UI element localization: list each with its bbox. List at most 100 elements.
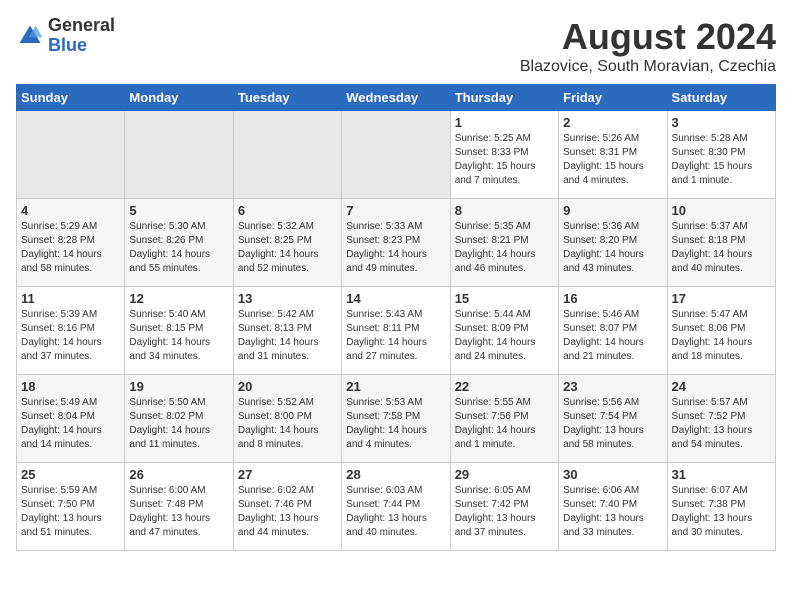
day-number: 8 <box>455 203 554 218</box>
logo-blue: Blue <box>48 35 87 55</box>
calendar-cell <box>342 111 450 199</box>
calendar-cell: 16 Sunrise: 5:46 AM Sunset: 8:07 PM Dayli… <box>559 287 667 375</box>
week-row-1: 1 Sunrise: 5:25 AM Sunset: 8:33 PM Daylig… <box>17 111 776 199</box>
calendar-cell: 21Sunrise: 5:53 AM Sunset: 7:58 PM Dayli… <box>342 375 450 463</box>
day-number: 28 <box>346 467 445 482</box>
day-number: 15 <box>455 291 554 306</box>
day-info: Sunrise: 6:02 AM Sunset: 7:46 PM Dayligh… <box>238 484 337 540</box>
day-info: Sunrise: 5:29 AM Sunset: 8:28 PM Dayligh… <box>21 220 120 276</box>
calendar-cell: 30 Sunrise: 6:06 AM Sunset: 7:40 PM Dayli… <box>559 463 667 551</box>
day-number: 13 <box>238 291 337 306</box>
day-info: Sunrise: 5:57 AM Sunset: 7:52 PM Dayligh… <box>672 396 771 452</box>
day-header-thursday: Thursday <box>450 85 558 111</box>
calendar-cell: 28 Sunrise: 6:03 AM Sunset: 7:44 PM Dayli… <box>342 463 450 551</box>
calendar-cell: 9Sunrise: 5:36 AM Sunset: 8:20 PM Daylig… <box>559 199 667 287</box>
day-info: Sunrise: 6:03 AM Sunset: 7:44 PM Dayligh… <box>346 484 445 540</box>
day-info: Sunrise: 6:05 AM Sunset: 7:42 PM Dayligh… <box>455 484 554 540</box>
day-info: Sunrise: 5:49 AM Sunset: 8:04 PM Dayligh… <box>21 396 120 452</box>
page-title: August 2024 <box>520 16 776 58</box>
day-number: 10 <box>672 203 771 218</box>
calendar-cell: 8 Sunrise: 5:35 AM Sunset: 8:21 PM Daylig… <box>450 199 558 287</box>
day-info: Sunrise: 5:40 AM Sunset: 8:15 PM Dayligh… <box>129 308 228 364</box>
calendar-cell: 17 Sunrise: 5:47 AM Sunset: 8:06 PM Dayli… <box>667 287 775 375</box>
day-number: 12 <box>129 291 228 306</box>
day-number: 25 <box>21 467 120 482</box>
calendar-cell: 23 Sunrise: 5:56 AM Sunset: 7:54 PM Dayli… <box>559 375 667 463</box>
week-row-4: 18 Sunrise: 5:49 AM Sunset: 8:04 PM Dayli… <box>17 375 776 463</box>
day-info: Sunrise: 5:44 AM Sunset: 8:09 PM Dayligh… <box>455 308 554 364</box>
day-number: 17 <box>672 291 771 306</box>
day-number: 19 <box>129 379 228 394</box>
day-number: 26 <box>129 467 228 482</box>
calendar-cell: 12 Sunrise: 5:40 AM Sunset: 8:15 PM Dayli… <box>125 287 233 375</box>
day-info: Sunrise: 5:35 AM Sunset: 8:21 PM Dayligh… <box>455 220 554 276</box>
day-number: 1 <box>455 115 554 130</box>
calendar-cell <box>17 111 125 199</box>
day-number: 20 <box>238 379 337 394</box>
day-number: 30 <box>563 467 662 482</box>
logo-text: General Blue <box>48 16 115 56</box>
calendar-cell: 20Sunrise: 5:52 AM Sunset: 8:00 PM Dayli… <box>233 375 341 463</box>
calendar-cell: 6Sunrise: 5:32 AM Sunset: 8:25 PM Daylig… <box>233 199 341 287</box>
day-number: 27 <box>238 467 337 482</box>
day-number: 14 <box>346 291 445 306</box>
day-info: Sunrise: 5:33 AM Sunset: 8:23 PM Dayligh… <box>346 220 445 276</box>
logo-icon <box>16 22 44 50</box>
calendar-cell <box>125 111 233 199</box>
day-number: 21 <box>346 379 445 394</box>
day-info: Sunrise: 5:39 AM Sunset: 8:16 PM Dayligh… <box>21 308 120 364</box>
day-info: Sunrise: 5:42 AM Sunset: 8:13 PM Dayligh… <box>238 308 337 364</box>
day-number: 18 <box>21 379 120 394</box>
calendar-cell: 7Sunrise: 5:33 AM Sunset: 8:23 PM Daylig… <box>342 199 450 287</box>
day-number: 29 <box>455 467 554 482</box>
day-info: Sunrise: 5:56 AM Sunset: 7:54 PM Dayligh… <box>563 396 662 452</box>
day-info: Sunrise: 5:55 AM Sunset: 7:56 PM Dayligh… <box>455 396 554 452</box>
calendar-cell: 13 Sunrise: 5:42 AM Sunset: 8:13 PM Dayli… <box>233 287 341 375</box>
day-header-wednesday: Wednesday <box>342 85 450 111</box>
day-info: Sunrise: 5:47 AM Sunset: 8:06 PM Dayligh… <box>672 308 771 364</box>
day-number: 11 <box>21 291 120 306</box>
day-header-friday: Friday <box>559 85 667 111</box>
calendar-cell: 31Sunrise: 6:07 AM Sunset: 7:38 PM Dayli… <box>667 463 775 551</box>
calendar-cell: 5 Sunrise: 5:30 AM Sunset: 8:26 PM Daylig… <box>125 199 233 287</box>
calendar: SundayMondayTuesdayWednesdayThursdayFrid… <box>16 84 776 551</box>
day-info: Sunrise: 6:06 AM Sunset: 7:40 PM Dayligh… <box>563 484 662 540</box>
day-number: 22 <box>455 379 554 394</box>
day-number: 16 <box>563 291 662 306</box>
page-subtitle: Blazovice, South Moravian, Czechia <box>520 58 776 76</box>
day-info: Sunrise: 5:28 AM Sunset: 8:30 PM Dayligh… <box>672 132 771 188</box>
day-number: 24 <box>672 379 771 394</box>
calendar-cell: 11 Sunrise: 5:39 AM Sunset: 8:16 PM Dayli… <box>17 287 125 375</box>
calendar-cell: 10 Sunrise: 5:37 AM Sunset: 8:18 PM Dayli… <box>667 199 775 287</box>
day-info: Sunrise: 5:37 AM Sunset: 8:18 PM Dayligh… <box>672 220 771 276</box>
calendar-cell: 29 Sunrise: 6:05 AM Sunset: 7:42 PM Dayli… <box>450 463 558 551</box>
day-header-sunday: Sunday <box>17 85 125 111</box>
calendar-cell: 22 Sunrise: 5:55 AM Sunset: 7:56 PM Dayli… <box>450 375 558 463</box>
day-number: 3 <box>672 115 771 130</box>
calendar-cell: 14 Sunrise: 5:43 AM Sunset: 8:11 PM Dayli… <box>342 287 450 375</box>
header-row: SundayMondayTuesdayWednesdayThursdayFrid… <box>17 85 776 111</box>
logo: General Blue <box>16 16 115 56</box>
day-info: Sunrise: 6:07 AM Sunset: 7:38 PM Dayligh… <box>672 484 771 540</box>
day-info: Sunrise: 6:00 AM Sunset: 7:48 PM Dayligh… <box>129 484 228 540</box>
calendar-cell: 15 Sunrise: 5:44 AM Sunset: 8:09 PM Dayli… <box>450 287 558 375</box>
day-number: 2 <box>563 115 662 130</box>
day-number: 5 <box>129 203 228 218</box>
day-info: Sunrise: 5:50 AM Sunset: 8:02 PM Dayligh… <box>129 396 228 452</box>
day-number: 23 <box>563 379 662 394</box>
day-info: Sunrise: 5:59 AM Sunset: 7:50 PM Dayligh… <box>21 484 120 540</box>
calendar-cell: 18 Sunrise: 5:49 AM Sunset: 8:04 PM Dayli… <box>17 375 125 463</box>
calendar-header: SundayMondayTuesdayWednesdayThursdayFrid… <box>17 85 776 111</box>
calendar-cell: 2 Sunrise: 5:26 AM Sunset: 8:31 PM Daylig… <box>559 111 667 199</box>
day-number: 4 <box>21 203 120 218</box>
day-info: Sunrise: 5:30 AM Sunset: 8:26 PM Dayligh… <box>129 220 228 276</box>
week-row-3: 11 Sunrise: 5:39 AM Sunset: 8:16 PM Dayli… <box>17 287 776 375</box>
day-info: Sunrise: 5:36 AM Sunset: 8:20 PM Dayligh… <box>563 220 662 276</box>
day-info: Sunrise: 5:25 AM Sunset: 8:33 PM Dayligh… <box>455 132 554 188</box>
day-info: Sunrise: 5:26 AM Sunset: 8:31 PM Dayligh… <box>563 132 662 188</box>
day-header-tuesday: Tuesday <box>233 85 341 111</box>
day-info: Sunrise: 5:46 AM Sunset: 8:07 PM Dayligh… <box>563 308 662 364</box>
day-info: Sunrise: 5:43 AM Sunset: 8:11 PM Dayligh… <box>346 308 445 364</box>
day-number: 6 <box>238 203 337 218</box>
calendar-cell: 4 Sunrise: 5:29 AM Sunset: 8:28 PM Daylig… <box>17 199 125 287</box>
